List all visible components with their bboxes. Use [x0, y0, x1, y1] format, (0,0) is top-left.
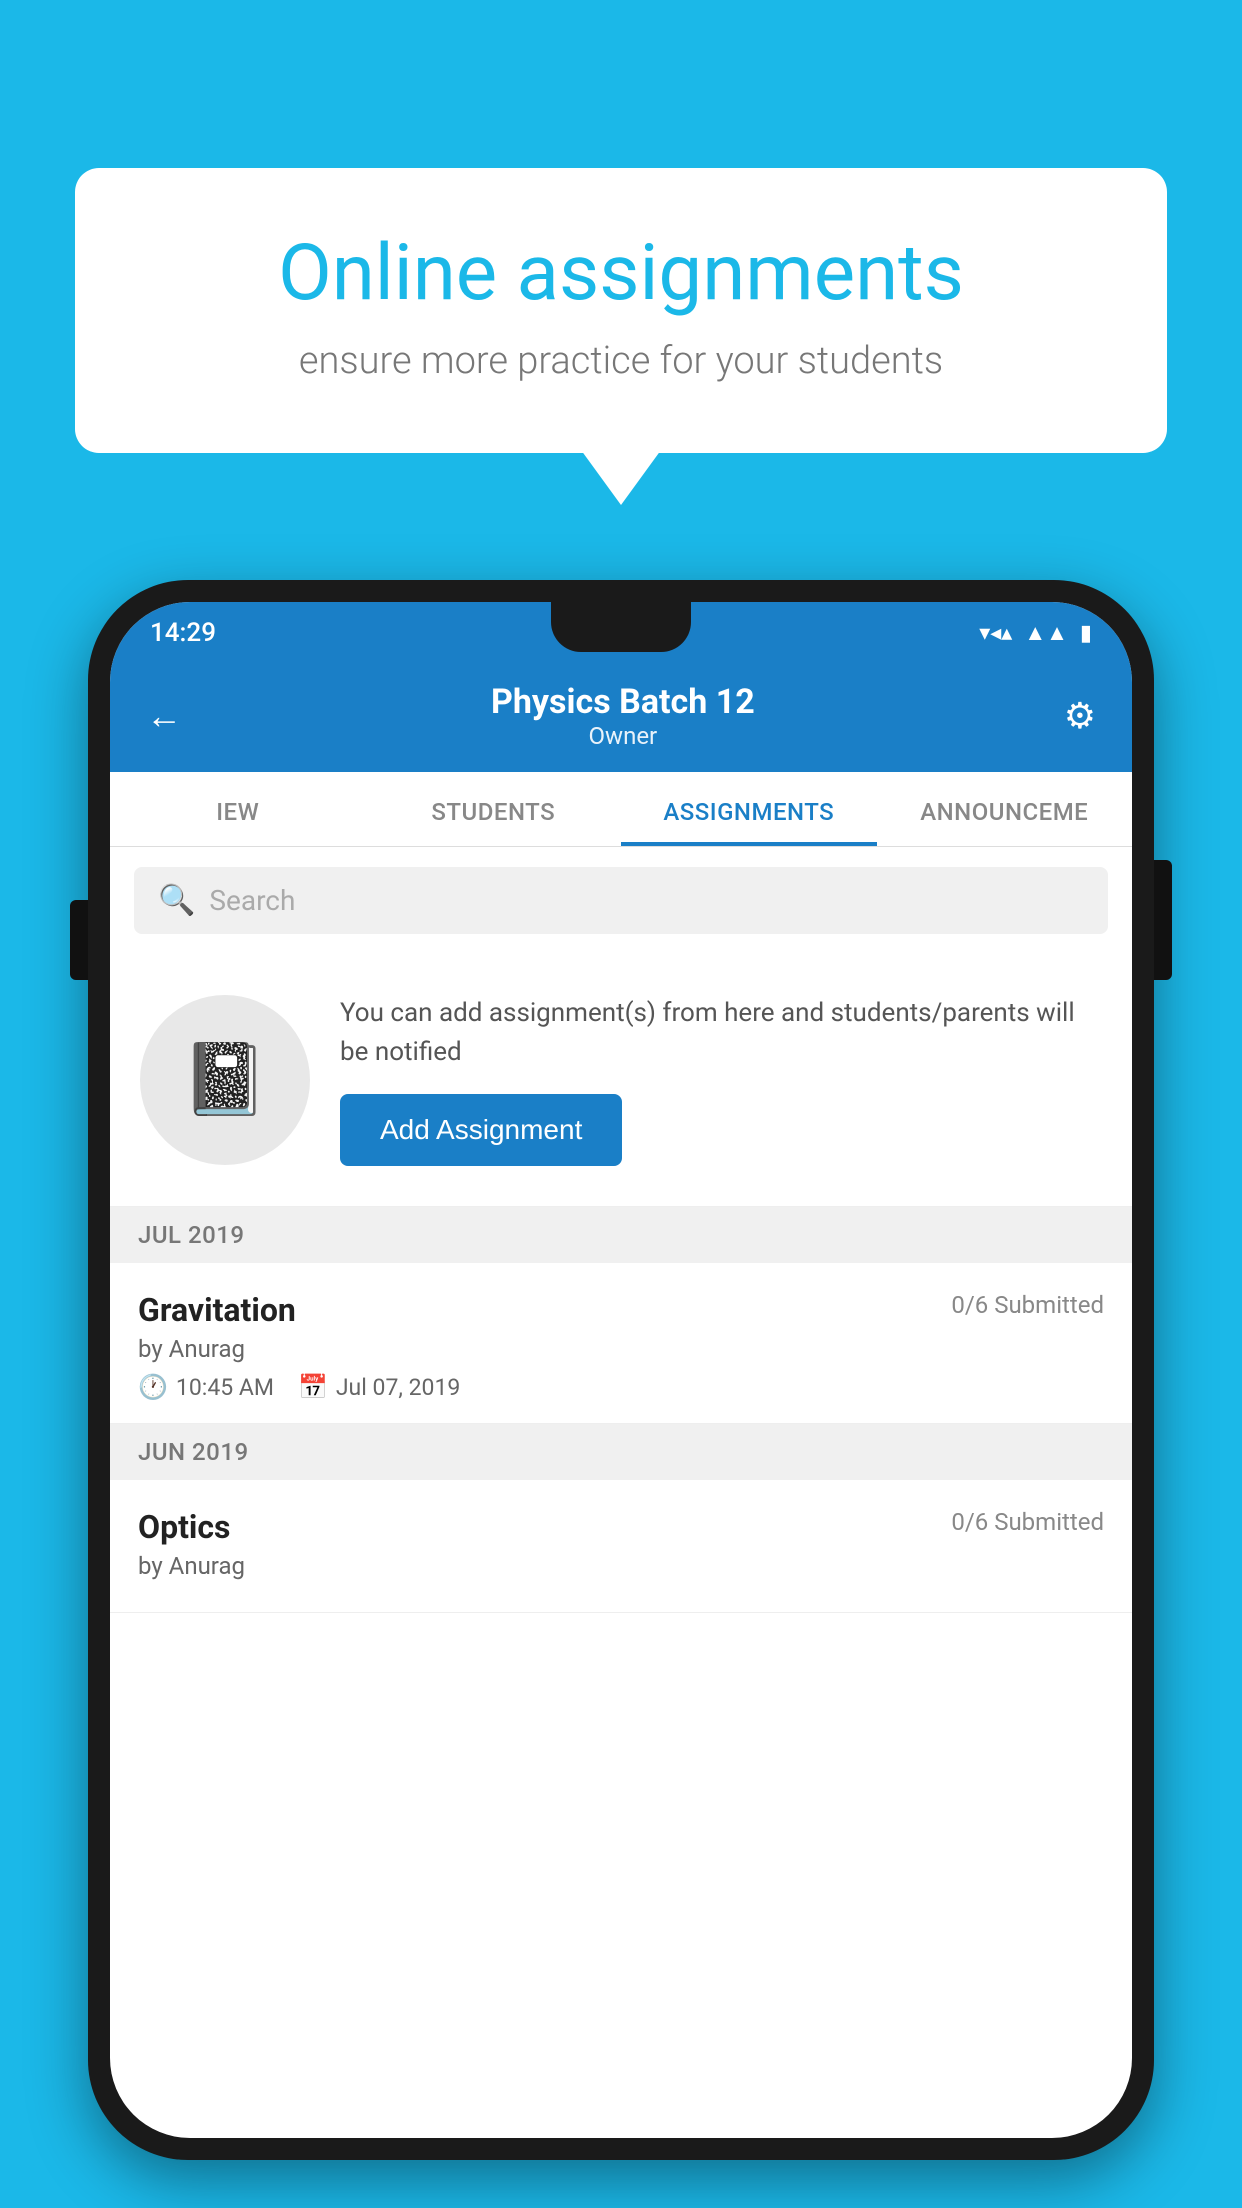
signal-icon: ▲▲ — [1024, 620, 1068, 646]
phone-mockup: 14:29 ▾◂▴ ▲▲ ▮ ← Physics Batch 12 Owner … — [88, 580, 1154, 2160]
status-bar: 14:29 ▾◂▴ ▲▲ ▮ — [110, 602, 1132, 664]
speech-bubble-card: Online assignments ensure more practice … — [75, 168, 1167, 453]
month-separator-jul: JUL 2019 — [110, 1207, 1132, 1263]
notebook-icon: 📓 — [181, 1039, 268, 1121]
meta-time: 🕐 10:45 AM — [138, 1373, 274, 1401]
add-assignment-section: 📓 You can add assignment(s) from here an… — [110, 954, 1132, 1207]
search-icon: 🔍 — [158, 883, 195, 918]
assignment-row-top: Gravitation 0/6 Submitted — [138, 1291, 1104, 1329]
tab-students[interactable]: STUDENTS — [366, 772, 622, 846]
assignment-name-optics: Optics — [138, 1508, 230, 1546]
add-assignment-button[interactable]: Add Assignment — [340, 1094, 622, 1166]
assignment-item-optics[interactable]: Optics 0/6 Submitted by Anurag — [110, 1480, 1132, 1613]
phone-screen: 14:29 ▾◂▴ ▲▲ ▮ ← Physics Batch 12 Owner … — [110, 602, 1132, 2138]
assignment-name: Gravitation — [138, 1291, 296, 1329]
speech-bubble-title: Online assignments — [155, 228, 1087, 319]
assignment-by: by Anurag — [138, 1335, 1104, 1363]
status-icons: ▾◂▴ ▲▲ ▮ — [979, 620, 1092, 646]
assignment-item-gravitation[interactable]: Gravitation 0/6 Submitted by Anurag 🕐 10… — [110, 1263, 1132, 1424]
phone-outer: 14:29 ▾◂▴ ▲▲ ▮ ← Physics Batch 12 Owner … — [88, 580, 1154, 2160]
assignment-date: Jul 07, 2019 — [336, 1374, 460, 1401]
status-time: 14:29 — [150, 618, 216, 648]
settings-icon[interactable]: ⚙ — [1064, 695, 1096, 737]
assignment-by-optics: by Anurag — [138, 1552, 1104, 1580]
assignment-submitted: 0/6 Submitted — [951, 1291, 1104, 1319]
month-separator-jun: JUN 2019 — [110, 1424, 1132, 1480]
calendar-icon: 📅 — [298, 1373, 328, 1401]
add-section-description: You can add assignment(s) from here and … — [340, 994, 1102, 1072]
meta-date: 📅 Jul 07, 2019 — [298, 1373, 460, 1401]
assignment-row-top-2: Optics 0/6 Submitted — [138, 1508, 1104, 1546]
search-bar[interactable]: 🔍 Search — [134, 867, 1108, 934]
tab-announcements[interactable]: ANNOUNCEME — [877, 772, 1133, 846]
search-container: 🔍 Search — [110, 847, 1132, 954]
header-title-group: Physics Batch 12 Owner — [491, 682, 755, 750]
app-header: ← Physics Batch 12 Owner ⚙ — [110, 664, 1132, 772]
clock-icon: 🕐 — [138, 1373, 168, 1401]
assignment-meta: 🕐 10:45 AM 📅 Jul 07, 2019 — [138, 1373, 1104, 1401]
add-section-text: You can add assignment(s) from here and … — [340, 994, 1102, 1166]
assignment-icon-circle: 📓 — [140, 995, 310, 1165]
header-title: Physics Batch 12 — [491, 682, 755, 722]
tab-iew[interactable]: IEW — [110, 772, 366, 846]
tab-assignments[interactable]: ASSIGNMENTS — [621, 772, 877, 846]
back-button[interactable]: ← — [146, 695, 182, 737]
assignment-time: 10:45 AM — [176, 1374, 274, 1401]
assignment-submitted-optics: 0/6 Submitted — [951, 1508, 1104, 1536]
search-placeholder: Search — [209, 884, 295, 917]
speech-bubble-subtitle: ensure more practice for your students — [155, 339, 1087, 383]
tabs-bar: IEW STUDENTS ASSIGNMENTS ANNOUNCEME — [110, 772, 1132, 847]
notch — [551, 602, 691, 652]
wifi-icon: ▾◂▴ — [979, 621, 1012, 646]
battery-icon: ▮ — [1080, 621, 1092, 646]
header-subtitle: Owner — [491, 722, 755, 750]
